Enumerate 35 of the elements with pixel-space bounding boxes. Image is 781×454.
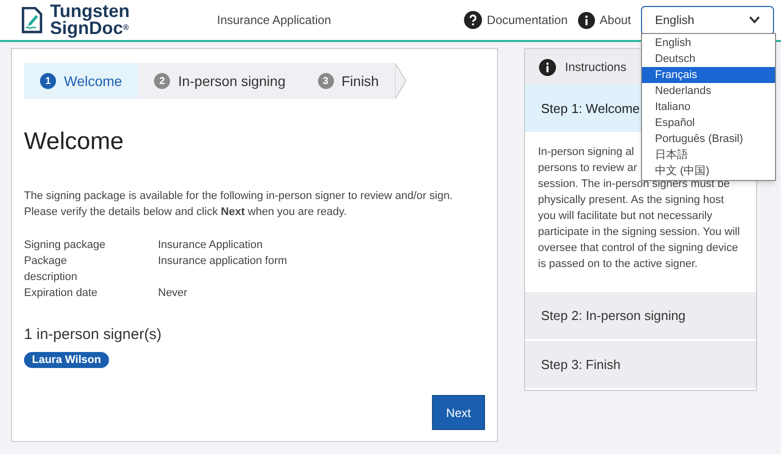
app-title: Insurance Application <box>217 12 332 29</box>
detail-value: Insurance Application <box>158 238 263 253</box>
header-link[interactable]: About <box>578 11 631 29</box>
step-tab[interactable]: 1 Welcome <box>24 63 138 99</box>
language-option[interactable]: Português (Brasil) <box>642 131 775 147</box>
page-heading: Welcome <box>24 127 125 157</box>
header-link[interactable]: Documentation <box>464 11 568 29</box>
accordion-header[interactable]: Step 3: Finish <box>525 341 756 388</box>
language-option[interactable]: Français <box>642 67 775 83</box>
detail-value: Never <box>158 286 188 301</box>
language-option[interactable]: English <box>642 35 775 51</box>
detail-label: Expiration date <box>24 286 98 301</box>
intro-text: The signing package is available for the following in-person signer to review and/or sign. Please verify the details below and click Next when you are ready. <box>24 189 454 220</box>
language-option[interactable]: 中文 (中国) <box>642 163 775 179</box>
detail-label: Package description <box>24 254 78 285</box>
detail-label: Signing package <box>24 238 106 253</box>
help-icon <box>464 11 482 29</box>
instruction-text: persons to review ar <box>538 161 638 176</box>
info-icon <box>578 12 595 28</box>
accordion-header[interactable]: Step 2: In-person signing <box>525 292 756 339</box>
language-option[interactable]: 日本語 <box>642 147 775 163</box>
detail-value: Insurance application form <box>158 254 288 269</box>
language-option[interactable]: Deutsch <box>642 51 775 67</box>
step-arrow <box>394 63 407 99</box>
step-tab[interactable]: 2 In-person signing <box>138 63 302 99</box>
chevron-down-icon <box>749 16 760 24</box>
instruction-text: In-person signing al <box>538 145 634 160</box>
signers-heading: 1 in-person signer(s) <box>24 325 163 345</box>
logo-text: Tungsten <box>50 3 130 20</box>
panel-title: Instructions <box>565 59 626 76</box>
logo-text: SignDoc$^{®}$ <box>50 20 130 37</box>
next-button[interactable]: Next <box>432 395 485 430</box>
logo-icon <box>20 6 44 34</box>
signer-badge: Laura Wilson <box>24 352 109 368</box>
info-icon <box>539 58 556 76</box>
